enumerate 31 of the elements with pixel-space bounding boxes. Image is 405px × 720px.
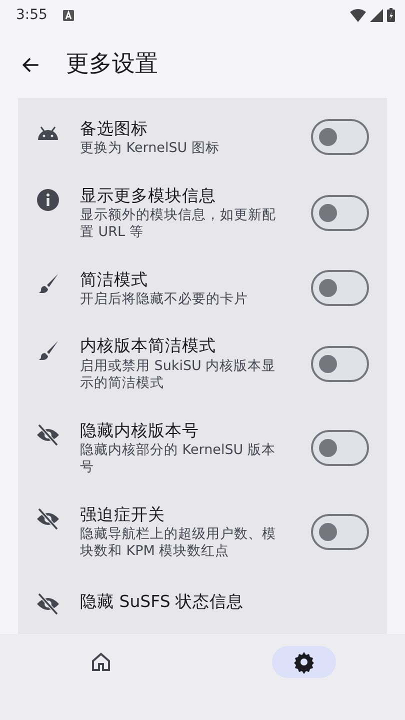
gear-icon [292, 650, 316, 674]
eye-off-icon [36, 423, 60, 448]
toggle-switch[interactable] [311, 194, 369, 231]
setting-description: 隐藏导航栏上的超级用户数、模块数和 KPM 模块数红点 [80, 526, 277, 562]
notification-icon [63, 10, 74, 20]
info-icon [36, 188, 60, 212]
wifi-icon [350, 8, 366, 22]
setting-description: 开启后将隐藏不必要的卡片 [80, 290, 249, 308]
nav-tab[interactable] [272, 646, 336, 678]
eye-off-icon [36, 592, 60, 616]
toggle-switch[interactable] [311, 119, 369, 156]
toggle-switch[interactable] [311, 270, 369, 306]
battery-icon [387, 8, 395, 22]
toggle-switch[interactable] [311, 346, 369, 382]
setting-title: 隐藏 SuSFS 状态信息 [80, 590, 245, 613]
toggle-switch[interactable] [311, 430, 369, 466]
setting-title: 简洁模式 [80, 268, 149, 291]
setting-title: 内核版本简洁模式 [80, 335, 217, 358]
setting-description: 隐藏内核部分的 KernelSU 版本号 [80, 442, 276, 477]
setting-title: 隐藏内核版本号 [80, 420, 200, 442]
setting-title: 备选图标 [80, 118, 149, 140]
setting-description: 更换为 KernelSU 图标 [80, 140, 220, 158]
page-title: 更多设置 [66, 50, 158, 79]
status-time: 3:55 [16, 6, 48, 24]
signal-icon [370, 8, 383, 22]
setting-description: 启用或禁用 SukiSU 内核版本显示的简洁模式 [80, 358, 277, 393]
setting-description: 显示额外的模块信息，如更新配置 URL 等 [80, 206, 277, 242]
eye-off-icon [36, 507, 60, 532]
toggle-switch[interactable] [311, 514, 369, 550]
setting-title: 强迫症开关 [80, 504, 166, 526]
setting-title: 显示更多模块信息 [80, 184, 217, 207]
